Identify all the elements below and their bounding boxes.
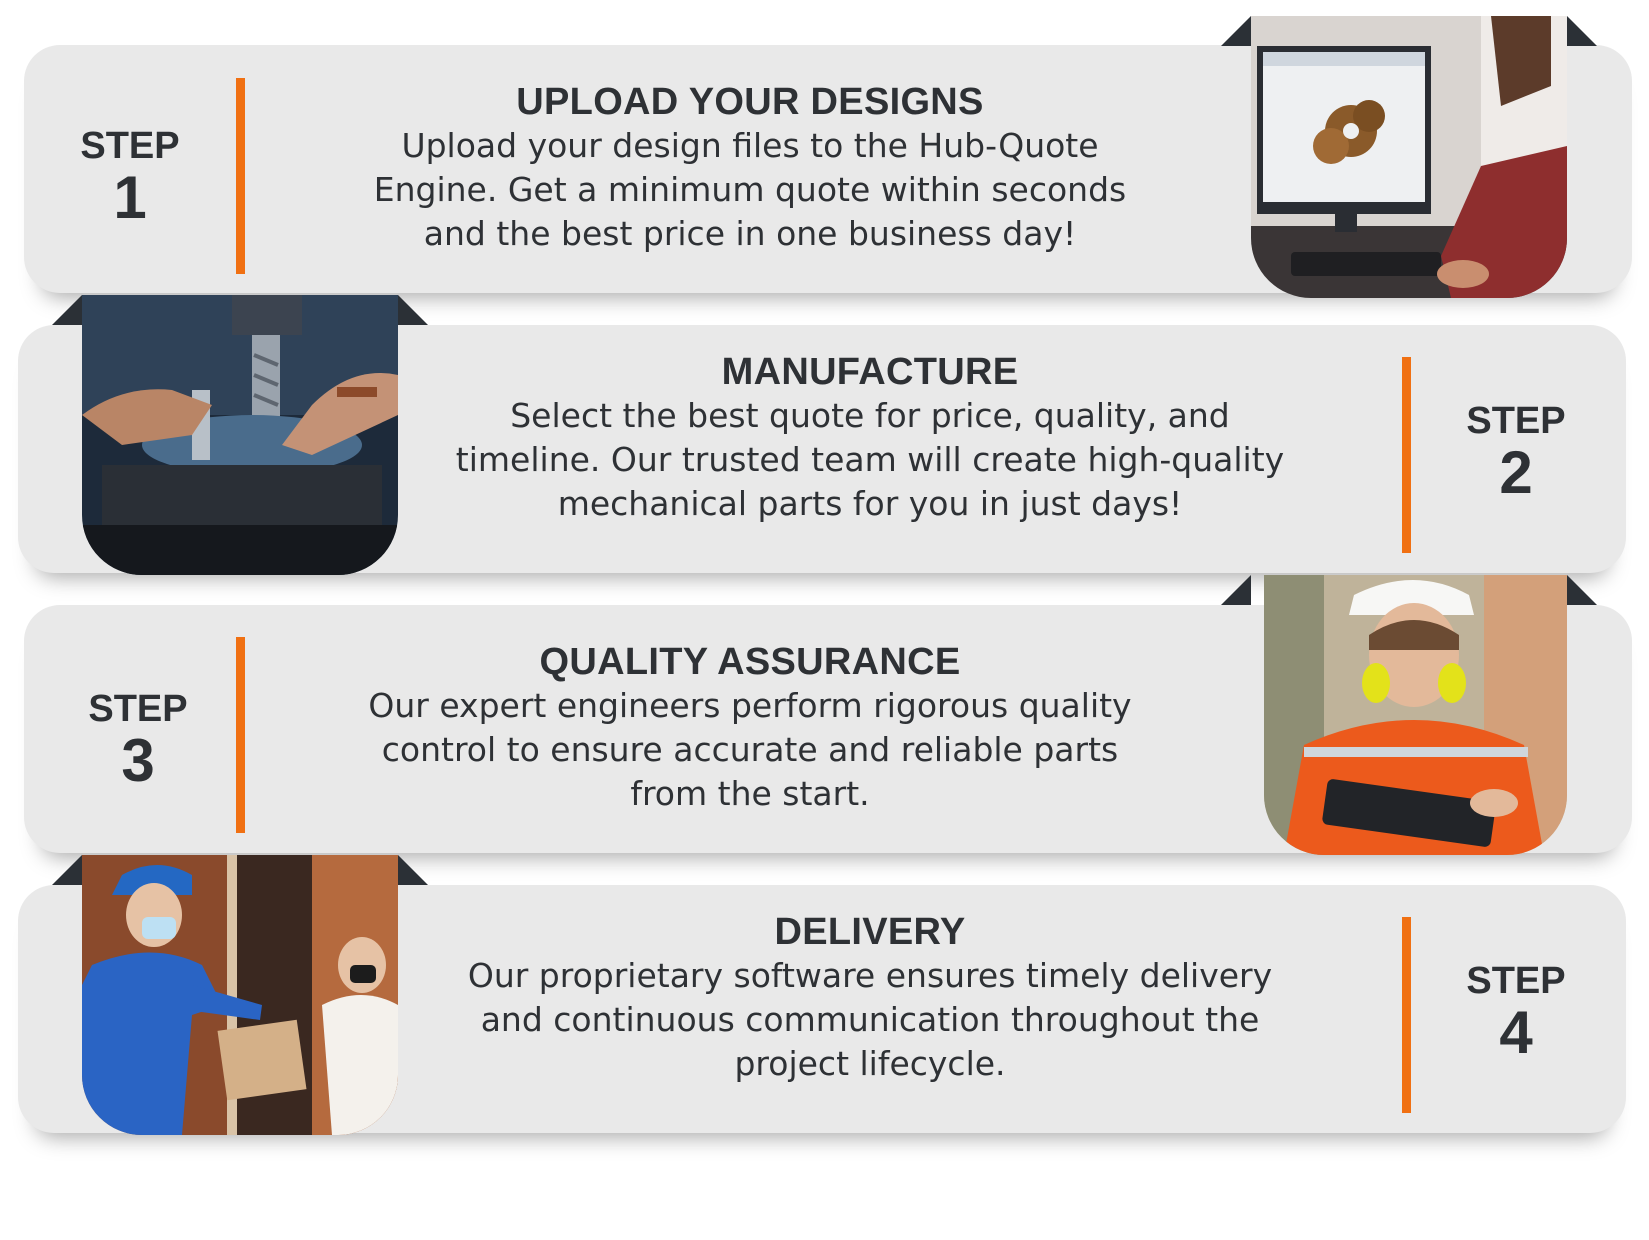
step-title: MANUFACTURE — [721, 351, 1019, 393]
step-word: STEP — [1466, 960, 1566, 1002]
step-title: DELIVERY — [774, 911, 966, 953]
step-desc-line: timeline. Our trusted team will create h… — [455, 440, 1285, 479]
courier-delivery-photo — [82, 855, 398, 1135]
step-1-divider — [236, 78, 245, 274]
step-desc-line: Upload your design files to the Hub-Quot… — [401, 126, 1099, 165]
step-title: QUALITY ASSURANCE — [539, 641, 961, 683]
step-number: 3 — [121, 727, 155, 794]
step-desc-line: and the best price in one business day! — [423, 214, 1077, 253]
step-4-label: STEP 4 — [1436, 960, 1596, 1064]
step-1-label: STEP 1 — [50, 125, 210, 229]
tab-corner-right — [1567, 575, 1597, 605]
tab-corner-left — [52, 855, 82, 885]
step-desc-line: Our expert engineers perform rigorous qu… — [368, 686, 1132, 725]
tab-corner-left — [1221, 16, 1251, 46]
tab-corner-right — [1567, 16, 1597, 46]
step-desc-line: mechanical parts for you in just days! — [557, 484, 1183, 523]
tab-corner-left — [1221, 575, 1251, 605]
step-desc-line: Select the best quote for price, quality… — [510, 396, 1230, 435]
step-4-divider — [1402, 917, 1411, 1113]
step-word: STEP — [80, 125, 180, 167]
tab-corner-right — [398, 295, 428, 325]
cnc-machining-photo — [82, 295, 398, 575]
step-3-label: STEP 3 — [58, 688, 218, 792]
step-desc-line: from the start. — [630, 774, 870, 813]
step-desc-line: Our proprietary software ensures timely … — [467, 956, 1273, 995]
step-2-divider — [1402, 357, 1411, 553]
step-3-divider — [236, 637, 245, 833]
step-3-text: QUALITY ASSURANCE Our expert engineers p… — [300, 640, 1200, 816]
tab-corner-right — [398, 855, 428, 885]
step-desc-line: project lifecycle. — [734, 1044, 1006, 1083]
step-word: STEP — [88, 688, 188, 730]
step-2-label: STEP 2 — [1436, 400, 1596, 504]
step-2-text: MANUFACTURE Select the best quote for pr… — [420, 350, 1320, 526]
engineer-tablet-photo — [1264, 575, 1567, 855]
step-number: 4 — [1499, 999, 1533, 1066]
cad-computer-photo — [1251, 16, 1567, 298]
step-title: UPLOAD YOUR DESIGNS — [516, 81, 984, 123]
step-number: 1 — [113, 164, 147, 231]
step-word: STEP — [1466, 400, 1566, 442]
step-desc-line: Engine. Get a minimum quote within secon… — [373, 170, 1127, 209]
step-number: 2 — [1499, 439, 1533, 506]
step-desc-line: and continuous communication throughout … — [480, 1000, 1260, 1039]
step-1-text: UPLOAD YOUR DESIGNS Upload your design f… — [300, 80, 1200, 256]
tab-corner-left — [52, 295, 82, 325]
step-4-text: DELIVERY Our proprietary software ensure… — [420, 910, 1320, 1086]
step-desc-line: control to ensure accurate and reliable … — [381, 730, 1119, 769]
